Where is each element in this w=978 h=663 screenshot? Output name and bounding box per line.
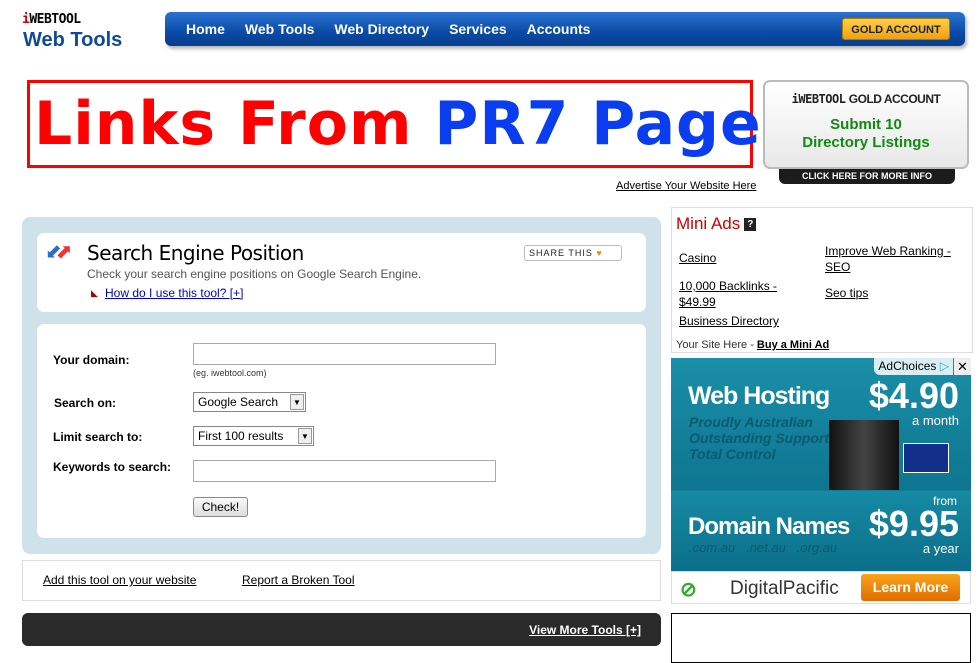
your-site-text: Your Site Here - [676, 339, 757, 351]
hosting-ad[interactable]: Web Hosting Proudly Australian Outstandi… [671, 358, 971, 604]
gold-ad-line1: Submit 10 [830, 116, 902, 133]
nav-services[interactable]: Services [449, 21, 507, 37]
ad-hosting-panel: Web Hosting Proudly Australian Outstandi… [671, 358, 971, 490]
share-button[interactable]: SHARE THIS ♥ [524, 245, 622, 261]
share-icon: ♥ [596, 248, 603, 258]
close-ad-icon[interactable]: ✕ [954, 358, 971, 375]
adchoices-label[interactable]: AdChoices ▷ [874, 358, 953, 375]
ad-brand: DigitalPacific [730, 578, 839, 599]
mini-ad-link[interactable]: Improve Web Ranking - SEO [825, 243, 965, 275]
ad-line: Outstanding Support [689, 430, 829, 446]
ad-domain-title: Domain Names [688, 513, 850, 540]
server-icon [829, 420, 899, 490]
add-tool-link[interactable]: Add this tool on your website [43, 573, 196, 587]
view-more-tools-link[interactable]: View More Tools [+] [529, 623, 641, 637]
australian-flag-icon [903, 443, 949, 473]
gold-account-button[interactable]: GOLD ACCOUNT [842, 18, 950, 40]
nav-web-tools[interactable]: Web Tools [245, 21, 314, 37]
ad-domain-price: $9.95 [868, 503, 959, 544]
howto-link[interactable]: How do I use this tool? [+] [105, 286, 243, 300]
mini-ads-title: Mini Ads [676, 214, 741, 233]
search-on-select[interactable]: Google Search ▼ [193, 392, 306, 412]
limit-select[interactable]: First 100 results ▼ [193, 426, 314, 446]
gold-ad-cta[interactable]: CLICK HERE FOR MORE INFO [779, 169, 955, 184]
dropdown-arrow-icon: ▼ [298, 428, 312, 444]
mini-ad-link[interactable]: Business Directory [679, 313, 779, 329]
logo-brand[interactable]: iWEBTOOL [22, 12, 81, 27]
ad-domain-tlds: .com.au .net.au .org.au [689, 540, 838, 555]
check-button[interactable]: Check! [193, 497, 248, 517]
mini-ad-link[interactable]: Seo tips [825, 285, 868, 301]
limit-label: Limit search to: [53, 430, 143, 444]
learn-more-button[interactable]: Learn More [861, 574, 960, 601]
adchoices-icon: ▷ [939, 359, 949, 373]
arrow-bullet-icon: ◣ [91, 288, 98, 298]
banner-text-red: Links From [34, 89, 413, 159]
dropdown-arrow-icon: ▼ [290, 394, 304, 410]
logo-title[interactable]: Web Tools [23, 29, 122, 52]
help-icon[interactable]: ? [744, 218, 757, 231]
main-nav: Home Web Tools Web Directory Services Ac… [165, 12, 965, 46]
gold-account-ad[interactable]: iWEBTOOL GOLD ACCOUNT Submit 10 Directory… [763, 80, 969, 169]
gold-ad-brand: iWEBTOOL [791, 92, 846, 106]
domain-input[interactable] [193, 343, 496, 365]
more-tools-bar: View More Tools [+] [22, 613, 661, 646]
gold-ad-heading: GOLD ACCOUNT [848, 92, 941, 106]
advertise-link[interactable]: Advertise Your Website Here [616, 180, 756, 192]
tool-title: Search Engine Position [87, 241, 304, 265]
limit-value: First 100 results [198, 429, 284, 443]
ad-hosting-period: a month [912, 413, 959, 428]
ad-footer: ⊘ DigitalPacific Learn More [671, 571, 971, 604]
ad-hosting-title: Web Hosting [688, 382, 830, 410]
keywords-label: Keywords to search: [53, 460, 172, 474]
ad-domain-panel: Domain Names .com.au .net.au .org.au fro… [671, 491, 971, 571]
keywords-input[interactable] [193, 460, 496, 482]
ad-line: Total Control [689, 446, 776, 462]
buy-mini-ad-link[interactable]: Buy a Mini Ad [757, 339, 829, 351]
arrows-icon: ⬋⬈ [45, 241, 73, 263]
banner-ad[interactable]: Links From PR7 Pages [27, 80, 797, 168]
gold-ad-line2: Directory Listings [802, 134, 930, 151]
tool-header: ⬋⬈ Search Engine Position Check your sea… [37, 233, 646, 312]
search-form: Your domain: (eg. iwebtool.com) Search o… [37, 324, 646, 538]
mini-ads: Mini Ads? Casino 10,000 Backlinks - $49.… [671, 207, 973, 353]
tool-panel: ⬋⬈ Search Engine Position Check your sea… [22, 217, 661, 554]
domain-label: Your domain: [53, 353, 130, 367]
report-tool-link[interactable]: Report a Broken Tool [242, 573, 355, 587]
ad-line: Proudly Australian [689, 414, 813, 430]
share-label: SHARE THIS [529, 248, 593, 258]
empty-ad-slot [671, 613, 971, 663]
search-on-value: Google Search [198, 395, 279, 409]
adchoices-text: AdChoices [878, 359, 937, 373]
ad-domain-period: a year [922, 541, 959, 556]
digitalpacific-logo-icon: ⊘ [680, 579, 697, 601]
banner-text-blue: PR7 Pages [434, 89, 799, 159]
mini-ad-link[interactable]: Casino [679, 250, 716, 266]
search-on-label: Search on: [54, 396, 117, 410]
ad-hosting-price: $4.90 [868, 375, 959, 416]
tool-links: Add this tool on your website Report a B… [22, 560, 661, 601]
nav-web-directory[interactable]: Web Directory [334, 21, 429, 37]
nav-accounts[interactable]: Accounts [527, 21, 591, 37]
nav-home[interactable]: Home [186, 21, 225, 37]
tool-description: Check your search engine positions on Go… [87, 267, 422, 281]
domain-hint: (eg. iwebtool.com) [193, 368, 267, 378]
mini-ad-link[interactable]: 10,000 Backlinks - $49.99 [679, 278, 799, 310]
